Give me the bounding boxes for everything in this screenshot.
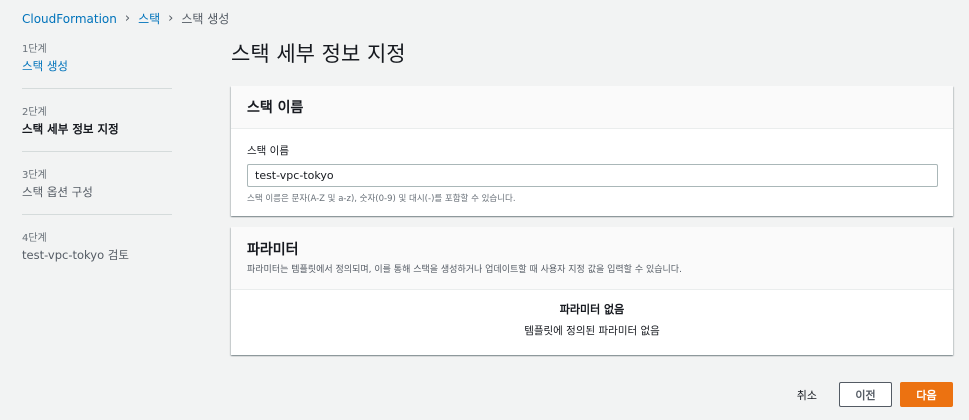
stack-name-card: 스택 이름 스택 이름 스택 이름은 문자(A-Z 및 a-z), 숫자(0-9…	[231, 86, 953, 216]
wizard-step-1: 1단계 스택 생성	[22, 40, 172, 89]
next-button[interactable]: 다음	[900, 382, 953, 407]
breadcrumb-create-stack: 스택 생성	[181, 12, 230, 26]
wizard-actions: 취소 이전 다음	[797, 382, 953, 407]
step-number: 4단계	[22, 233, 47, 244]
step-number: 3단계	[22, 170, 47, 181]
card-description: 파라미터는 템플릿에서 정의되며, 이를 통해 스택을 생성하거나 업데이트할 …	[247, 265, 682, 275]
step-label: test-vpc-tokyo 검토	[22, 248, 129, 262]
stack-name-label: 스택 이름	[247, 145, 289, 157]
chevron-right-icon: ›	[124, 11, 131, 26]
breadcrumb-stacks[interactable]: 스택	[138, 10, 160, 27]
wizard-step-2: 2단계 스택 세부 정보 지정	[22, 103, 172, 152]
cancel-button[interactable]: 취소	[797, 387, 817, 403]
stack-name-input[interactable]	[247, 164, 938, 187]
page-title: 스택 세부 정보 지정	[231, 42, 406, 66]
card-title: 파라미터	[247, 242, 299, 258]
card-title: 스택 이름	[247, 100, 304, 116]
parameters-card: 파라미터 파라미터는 템플릿에서 정의되며, 이를 통해 스택을 생성하거나 업…	[231, 227, 953, 355]
step-label-current: 스택 세부 정보 지정	[22, 122, 119, 136]
main-content: 스택 세부 정보 지정 스택 이름 스택 이름 스택 이름은 문자(A-Z 및 …	[231, 38, 953, 366]
wizard-steps: 1단계 스택 생성 2단계 스택 세부 정보 지정 3단계 스택 옵션 구성 4…	[22, 40, 172, 291]
empty-description: 템플릿에 정의된 파라미터 없음	[524, 325, 660, 337]
card-header: 스택 이름	[231, 86, 953, 129]
breadcrumb: CloudFormation › 스택 › 스택 생성	[22, 10, 229, 27]
step-label: 스택 옵션 구성	[22, 185, 93, 199]
previous-button[interactable]: 이전	[839, 382, 892, 407]
card-header: 파라미터 파라미터는 템플릿에서 정의되며, 이를 통해 스택을 생성하거나 업…	[231, 227, 953, 290]
step-number: 2단계	[22, 107, 47, 118]
parameters-empty-state: 파라미터 없음 템플릿에 정의된 파라미터 없음	[231, 290, 953, 355]
card-body: 스택 이름 스택 이름은 문자(A-Z 및 a-z), 숫자(0-9) 및 대시…	[231, 129, 953, 216]
chevron-right-icon: ›	[168, 11, 174, 26]
breadcrumb-cloudformation[interactable]: CloudFormation	[22, 12, 117, 26]
empty-title: 파라미터 없음	[559, 303, 625, 316]
step-number: 1단계	[22, 44, 47, 55]
wizard-step-3: 3단계 스택 옵션 구성	[22, 166, 172, 215]
stack-name-hint: 스택 이름은 문자(A-Z 및 a-z), 숫자(0-9) 및 대시(-)를 포…	[247, 194, 516, 204]
step-link-create-stack[interactable]: 스택 생성	[22, 58, 172, 74]
wizard-step-4: 4단계 test-vpc-tokyo 검토	[22, 229, 172, 277]
